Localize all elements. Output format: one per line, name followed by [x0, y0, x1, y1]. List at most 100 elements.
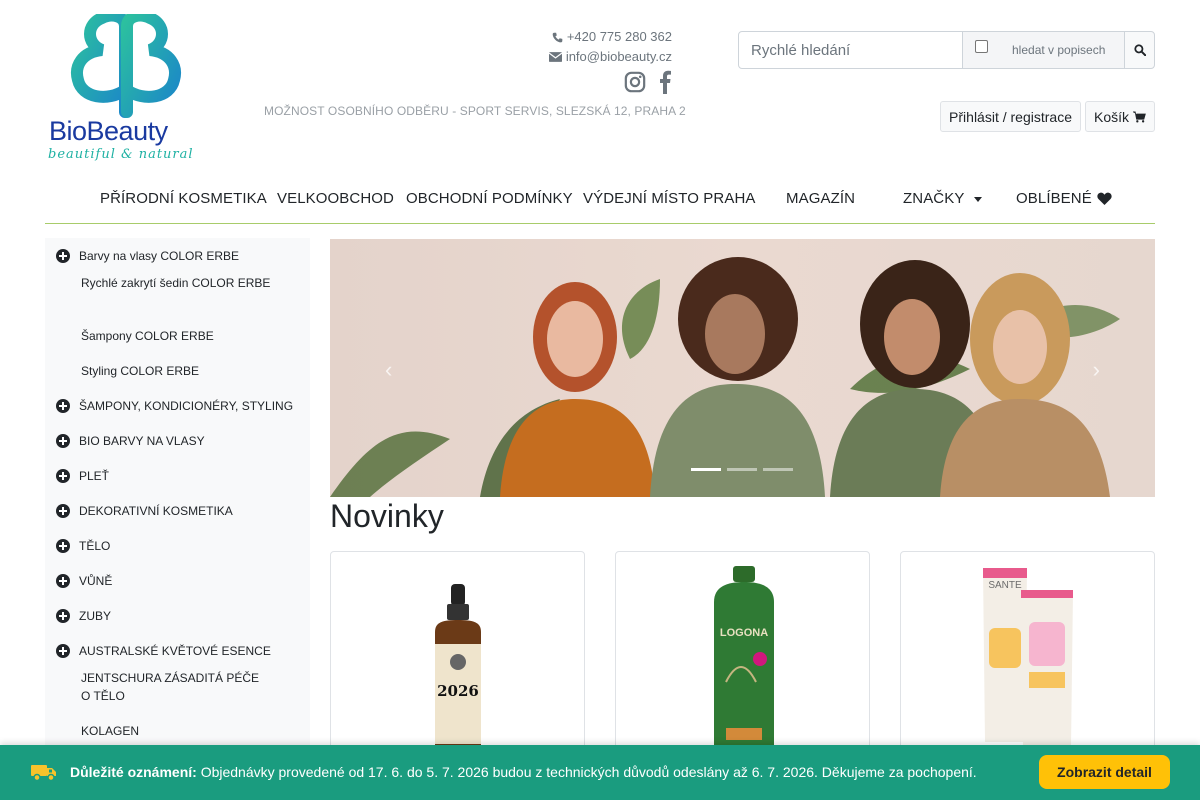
login-label: Přihlásit / registrace — [949, 108, 1072, 125]
search-description-option: hledat v popisech — [963, 31, 1125, 69]
nav-terms[interactable]: OBCHODNÍ PODMÍNKY — [406, 190, 573, 207]
plus-circle-icon[interactable] — [56, 539, 70, 553]
plus-circle-icon[interactable] — [56, 249, 70, 263]
notice-text: Důležité oznámení: Objednávky provedené … — [70, 764, 977, 780]
instagram-icon[interactable] — [624, 71, 646, 93]
email-link[interactable]: info@biobeauty.cz — [566, 49, 672, 65]
category-label: ZUBY — [79, 609, 112, 623]
nav-magazine[interactable]: MAGAZÍN — [786, 190, 855, 207]
login-button[interactable]: Přihlásit / registrace — [940, 101, 1081, 132]
plus-circle-icon[interactable] — [56, 574, 70, 588]
phone-number[interactable]: +420 775 280 362 — [567, 29, 672, 45]
nav-label: MAGAZÍN — [786, 190, 856, 207]
nav-natural-cosmetics[interactable]: PŘÍRODNÍ KOSMETIKA — [100, 190, 267, 207]
plus-circle-icon[interactable] — [56, 469, 70, 483]
search-input[interactable] — [738, 31, 963, 69]
carousel-indicators — [691, 468, 793, 471]
category-label: VŮNĚ — [79, 574, 113, 588]
nav-wholesale[interactable]: VELKOOBCHOD — [277, 190, 394, 207]
subcategory-gray-cover[interactable]: Rychlé zakrytí šedin COLOR ERBE — [81, 274, 271, 292]
search-button[interactable] — [1124, 31, 1155, 69]
category-label: BIO BARVY NA VLASY — [79, 434, 205, 448]
logo-mark-icon — [71, 9, 181, 118]
product-label-text: LOGONA — [720, 627, 768, 639]
plus-circle-icon[interactable] — [56, 609, 70, 623]
search-description-label: hledat v popisech — [1012, 43, 1106, 57]
category-label: PLEŤ — [79, 469, 110, 483]
delivery-truck-icon — [31, 765, 56, 782]
shampoo-bottle-image: LOGONA — [714, 566, 774, 752]
category-sidebar: Barvy na vlasy COLOR ERBE Rychlé zakrytí… — [45, 238, 310, 758]
account-actions: Přihlásit / registrace Košík — [940, 101, 1155, 132]
search-bar: hledat v popisech — [738, 31, 1155, 69]
cart-icon — [1133, 111, 1146, 122]
plus-circle-icon[interactable] — [56, 644, 70, 658]
plus-circle-icon[interactable] — [56, 399, 70, 413]
product-label-text: SANTE — [988, 580, 1022, 591]
carousel-prev-button[interactable]: ‹ — [385, 357, 392, 383]
hero-carousel[interactable]: ‹ › — [330, 239, 1155, 497]
carousel-next-button[interactable]: › — [1093, 357, 1100, 383]
category-label: DEKORATIVNÍ KOSMETIKA — [79, 504, 233, 518]
category-label: AUSTRALSKÉ KVĚTOVÉ ESENCE — [79, 644, 271, 658]
category-teeth[interactable]: ZUBY — [56, 609, 111, 623]
category-color-erbe[interactable]: Barvy na vlasy COLOR ERBE — [56, 249, 239, 263]
nav-label: OBCHODNÍ PODMÍNKY — [406, 190, 573, 207]
nav-favorites[interactable]: OBLÍBENÉ — [1016, 190, 1112, 207]
carousel-indicator-1[interactable] — [691, 468, 721, 471]
subcategory-styling[interactable]: Styling COLOR ERBE — [81, 362, 271, 380]
category-skin[interactable]: PLEŤ — [56, 469, 109, 483]
category-label: Barvy na vlasy COLOR ERBE — [79, 249, 240, 263]
nav-label: VELKOOBCHOD — [277, 190, 394, 207]
product-card[interactable]: 2026 — [330, 551, 585, 761]
important-notice-bar: Důležité oznámení: Objednávky provedené … — [0, 745, 1200, 800]
phone-icon — [552, 32, 563, 42]
heart-icon — [1097, 192, 1112, 205]
nav-label: ZNAČKY — [903, 190, 965, 207]
chevron-right-icon: › — [1092, 357, 1100, 382]
category-label: ŠAMPONY, KONDICIONÉRY, STYLING — [79, 399, 294, 413]
notice-title: Důležité oznámení: — [70, 764, 197, 780]
nav-label: PŘÍRODNÍ KOSMETIKA — [100, 190, 267, 207]
brand-name: BioBeauty — [49, 116, 168, 146]
chevron-down-icon — [974, 197, 983, 202]
product-card[interactable]: SANTE — [900, 551, 1155, 761]
carousel-indicator-3[interactable] — [763, 468, 793, 471]
product-card[interactable]: LOGONA — [615, 551, 870, 761]
category-fragrance[interactable]: VŮNĚ — [56, 574, 112, 588]
subcategory-shampoos[interactable]: Šampony COLOR ERBE — [81, 327, 271, 345]
category-flower-essences[interactable]: AUSTRALSKÉ KVĚTOVÉ ESENCE — [56, 644, 271, 658]
cream-tubes-image: SANTE — [983, 568, 1073, 747]
envelope-icon — [548, 52, 562, 62]
plus-circle-icon[interactable] — [56, 434, 70, 448]
category-bio-hair-dye[interactable]: BIO BARVY NA VLASY — [56, 434, 205, 448]
subcategory-jentschura[interactable]: JENTSCHURA ZÁSADITÁ PÉČE O TĚLO — [81, 669, 266, 705]
hero-banner-image — [330, 239, 1155, 497]
section-title: Novinky — [330, 498, 444, 534]
category-makeup[interactable]: DEKORATIVNÍ KOSMETIKA — [56, 504, 233, 518]
chevron-left-icon: ‹ — [385, 357, 393, 382]
facebook-icon[interactable] — [658, 70, 672, 94]
notice-message: Objednávky provedené od 17. 6. do 5. 7. … — [200, 764, 977, 780]
nav-label: VÝDEJNÍ MÍSTO PRAHA — [583, 190, 756, 207]
main-navigation: PŘÍRODNÍ KOSMETIKA VELKOOBCHOD OBCHODNÍ … — [45, 180, 1155, 224]
show-detail-button[interactable]: Zobrazit detail — [1039, 755, 1170, 789]
subcategory-collagen[interactable]: KOLAGEN — [81, 722, 271, 740]
cart-label: Košík — [1093, 108, 1129, 125]
category-shampoos[interactable]: ŠAMPONY, KONDICIONÉRY, STYLING — [56, 399, 293, 413]
search-icon — [1133, 44, 1146, 56]
nav-label: OBLÍBENÉ — [1016, 190, 1092, 207]
nav-pickup-prague[interactable]: VÝDEJNÍ MÍSTO PRAHA — [583, 190, 756, 207]
nav-brands-dropdown[interactable]: ZNAČKY — [903, 190, 983, 207]
carousel-indicator-2[interactable] — [727, 468, 757, 471]
dropper-bottle-image: 2026 — [435, 584, 481, 752]
search-description-checkbox[interactable] — [975, 39, 988, 53]
category-body[interactable]: TĚLO — [56, 539, 110, 553]
plus-circle-icon[interactable] — [56, 504, 70, 518]
pickup-info: MOŽNOST OSOBNÍHO ODBĚRU - SPORT SERVIS, … — [264, 104, 686, 118]
category-label: TĚLO — [79, 539, 111, 553]
site-logo[interactable]: BioBeauty beautiful & natural — [46, 9, 206, 164]
brand-tagline: beautiful & natural — [48, 147, 194, 162]
cart-button[interactable]: Košík — [1084, 101, 1155, 132]
product-label-text: 2026 — [437, 682, 479, 700]
